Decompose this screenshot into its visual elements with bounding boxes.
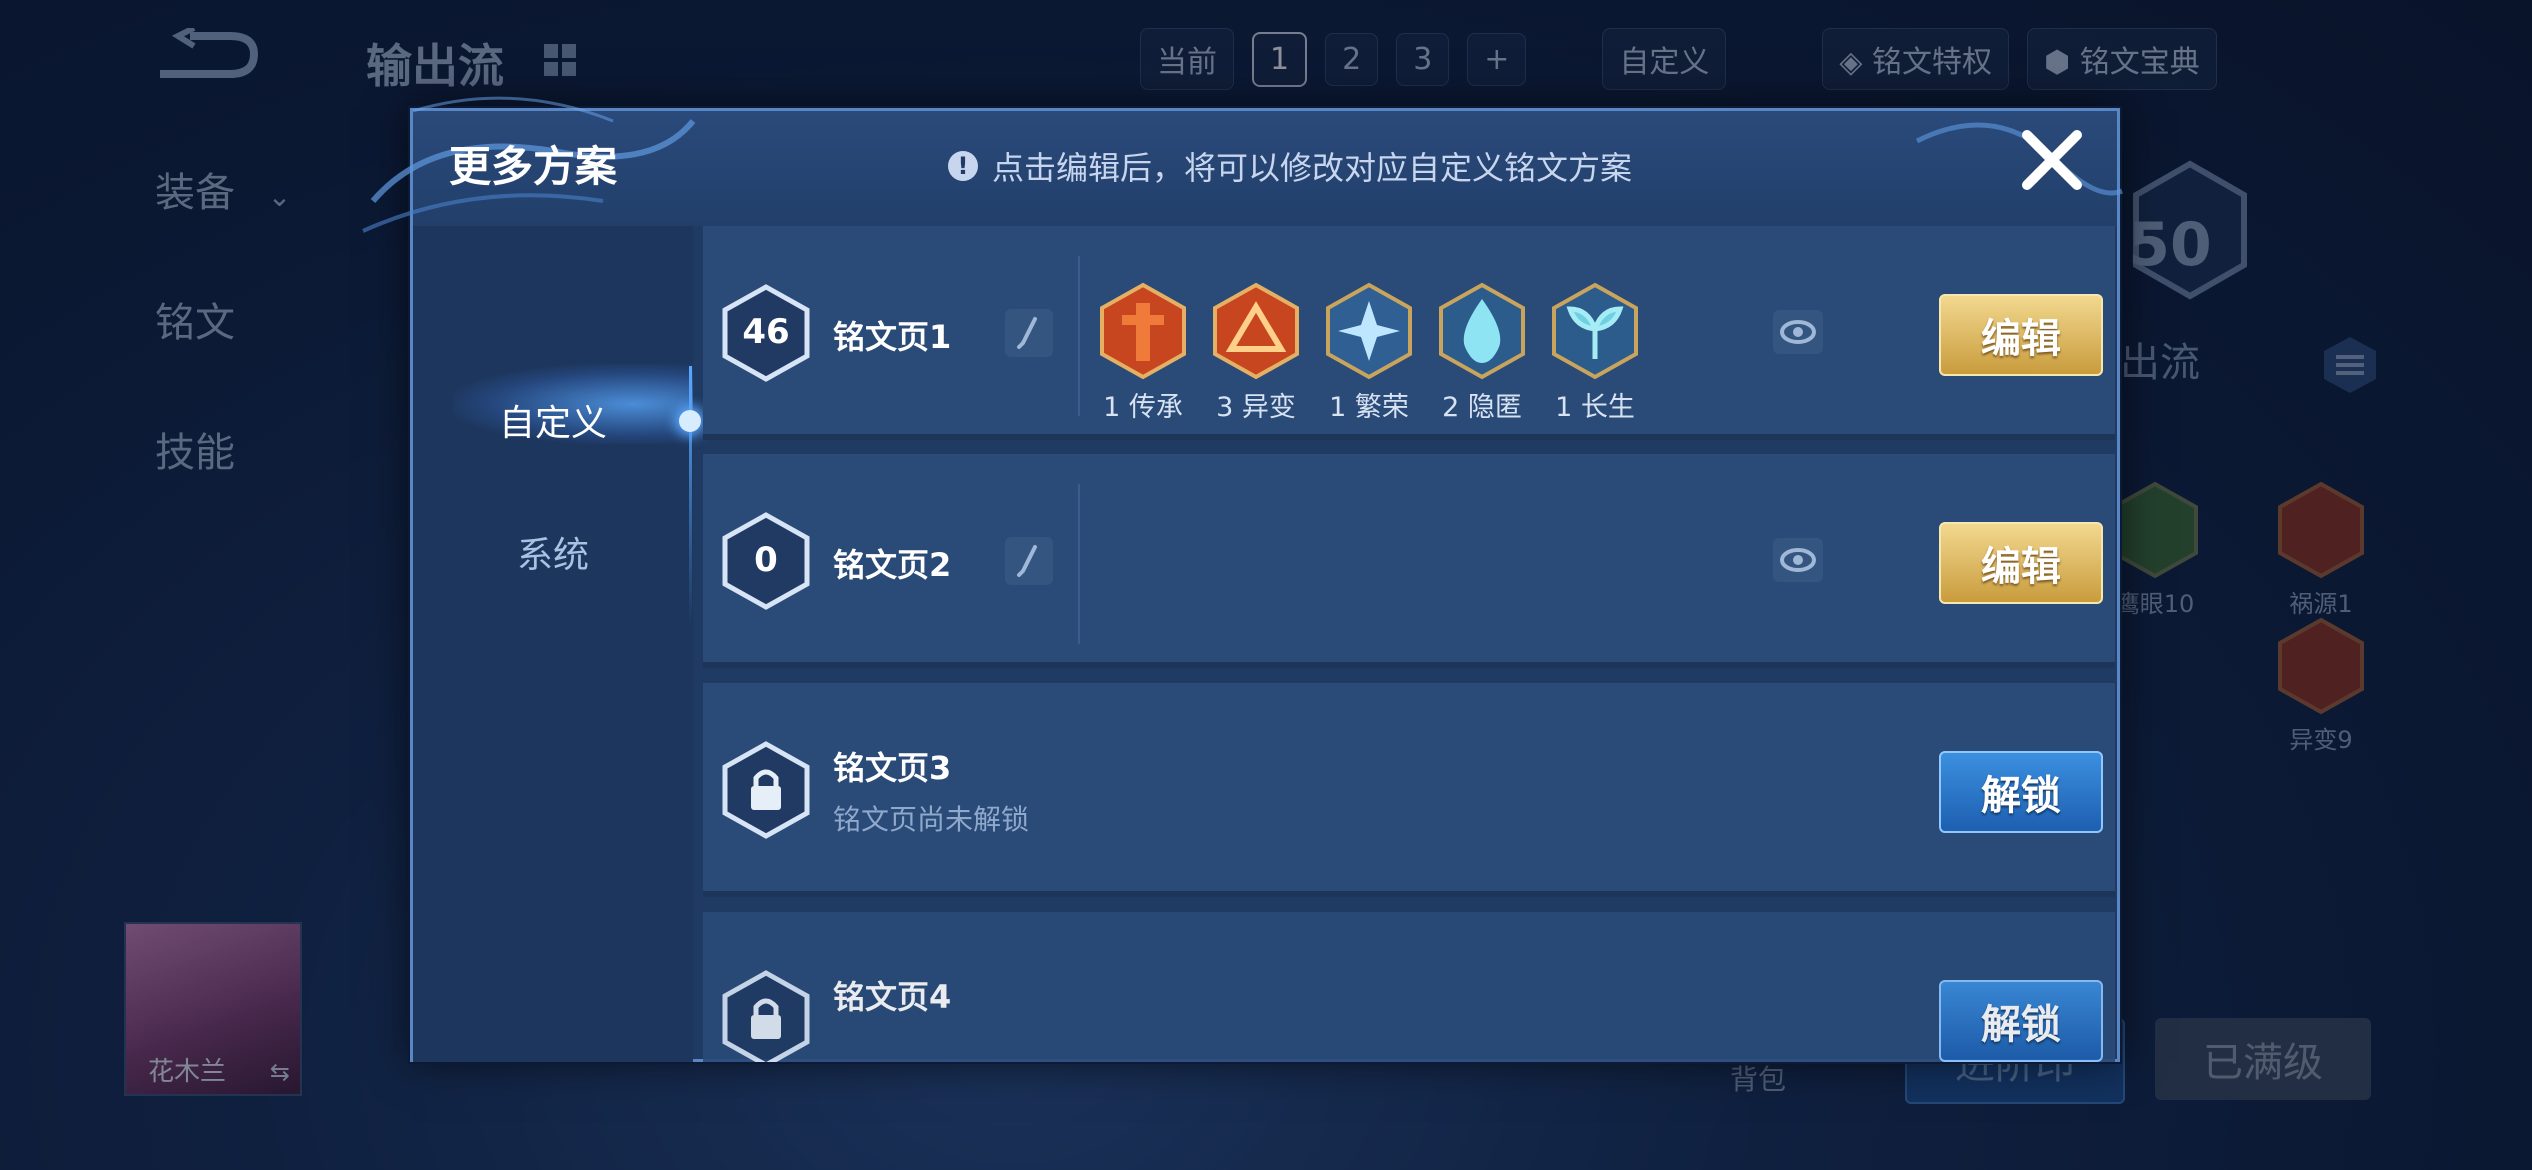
bg-rune-huoyuan-label: 祸源1 [2289, 590, 2353, 618]
privilege-icon: ◈ [1839, 45, 1873, 80]
rune-slot-2: 3 异变 [1211, 281, 1301, 424]
rune-label: 2 隐匿 [1437, 385, 1527, 424]
plan-row-3: 铭文页3 铭文页尚未解锁 解锁 [703, 683, 2115, 897]
privilege-button[interactable]: ◈ 铭文特权 [1822, 28, 2010, 90]
blue-star-rune-icon [1326, 282, 1412, 380]
row-divider [1078, 484, 1080, 644]
rune-name: 隐匿 [1467, 392, 1522, 423]
rune-count: 1 [1103, 392, 1121, 423]
rune-label: 1 繁荣 [1324, 385, 1414, 424]
plan-name: 铭文页4 [833, 978, 952, 1016]
maxed-button: 已满级 [2155, 1018, 2371, 1100]
background-tabbar: 当前 1 2 3 + 自定义 ◈ 铭文特权 ⬢ 铭文宝典 [1140, 28, 2217, 90]
bg-rune-yibian-label: 异变9 [2289, 726, 2353, 754]
nav-item-system[interactable]: 系统 [413, 526, 693, 578]
menu-icon[interactable] [2320, 335, 2380, 395]
back-arrow-icon[interactable] [150, 28, 260, 88]
add-page-button[interactable]: + [1467, 32, 1527, 86]
info-icon: ! [948, 151, 978, 181]
row-divider [1078, 256, 1080, 416]
page-tab-1[interactable]: 1 [1252, 31, 1308, 87]
page-tab-3[interactable]: 3 [1396, 32, 1450, 86]
current-label: 当前 [1140, 28, 1234, 90]
handbook-icon: ⬢ [2044, 45, 2080, 80]
swap-icon[interactable]: ⇆ [270, 1058, 290, 1086]
preview-button[interactable] [1773, 310, 1823, 354]
bg-rune-yibian: 异变9 [2276, 616, 2366, 755]
sidebar-inscription[interactable]: 铭文 [155, 290, 235, 348]
bg-rune-huoyuan: 祸源1 [2276, 480, 2366, 619]
chevron-down-icon: ⌄ [267, 180, 292, 213]
plan-name: 铭文页1 [833, 318, 952, 356]
bg-rune-hawkeye-label: 鹰眼10 [2115, 590, 2195, 618]
rune-slot-3: 1 繁荣 [1324, 281, 1414, 424]
hero-name: 花木兰 [148, 1057, 227, 1087]
rune-label: 3 异变 [1211, 385, 1301, 424]
rune-name: 长生 [1580, 392, 1635, 423]
plan-category-nav: 自定义 系统 [413, 226, 701, 1062]
background-title: 输出流 [366, 39, 504, 93]
handbook-button[interactable]: ⬢ 铭文宝典 [2027, 28, 2217, 90]
rune-count: 1 [1329, 392, 1347, 423]
cyan-leaf-rune-icon [1552, 282, 1638, 380]
nav-item-custom[interactable]: 自定义 [413, 394, 693, 446]
unlock-button[interactable]: 解锁 [1939, 980, 2103, 1062]
cyan-drop-rune-icon [1439, 282, 1525, 380]
brush-icon [1017, 545, 1037, 577]
unlock-button[interactable]: 解锁 [1939, 751, 2103, 833]
red-triangle-rune-icon [1213, 282, 1299, 380]
lock-hex-icon [722, 741, 810, 839]
rune-slot-4: 2 隐匿 [1437, 281, 1527, 424]
hero-avatar[interactable]: 花木兰 ⇆ [124, 922, 302, 1096]
bag-label[interactable]: 背包 [1730, 1058, 1786, 1098]
privilege-label: 铭文特权 [1872, 45, 1993, 80]
handbook-label: 铭文宝典 [2079, 45, 2200, 80]
plan-name: 铭文页2 [833, 546, 952, 584]
plan-locked-note: 铭文页尚未解锁 [833, 803, 1030, 836]
sidebar-equipment-label: 装备 [155, 170, 235, 216]
rune-slot-5: 1 长生 [1550, 281, 1640, 424]
lock-hex-icon [722, 970, 810, 1062]
eye-icon [1780, 320, 1816, 344]
rune-count: 1 [1555, 392, 1573, 423]
rune-label: 1 传承 [1098, 385, 1188, 424]
rename-button[interactable] [1005, 309, 1053, 357]
edit-button[interactable]: 编辑 [1939, 294, 2103, 376]
rune-name: 传承 [1128, 392, 1183, 423]
plan-row-1: 46 铭文页1 1 传承 3 异变 1 繁荣 2 隐匿 1 长生 编辑 [703, 226, 2115, 440]
rune-name: 繁荣 [1354, 392, 1409, 423]
rune-label: 1 长生 [1550, 385, 1640, 424]
edit-button[interactable]: 编辑 [1939, 522, 2103, 604]
plan-level: 0 [754, 540, 778, 580]
eye-icon [1780, 548, 1816, 572]
plan-row-4: 铭文页4 解锁 [703, 912, 2115, 1062]
rune-count: 3 [1216, 392, 1234, 423]
notice-text: 点击编辑后，将可以修改对应自定义铭文方案 [992, 149, 1633, 187]
modal-header: 更多方案 ! 点击编辑后，将可以修改对应自定义铭文方案 [362, 96, 2123, 233]
grid-icon[interactable] [540, 40, 580, 80]
close-icon[interactable] [2017, 125, 2087, 195]
more-plans-modal: 更多方案 ! 点击编辑后，将可以修改对应自定义铭文方案 自定义 系统 46 铭文… [362, 96, 2123, 1062]
level-badge: 50 [2128, 210, 2212, 280]
rune-slot-1: 1 传承 [1098, 281, 1188, 424]
sidebar-equipment[interactable]: 装备 ⌄ [155, 160, 291, 218]
plan-row-2: 0 铭文页2 编辑 [703, 454, 2115, 668]
custom-tab[interactable]: 自定义 [1602, 28, 1727, 90]
page-tab-2[interactable]: 2 [1325, 32, 1379, 86]
sidebar-skill[interactable]: 技能 [155, 420, 235, 478]
preview-button[interactable] [1773, 538, 1823, 582]
rename-button[interactable] [1005, 537, 1053, 585]
plan-list: 46 铭文页1 1 传承 3 异变 1 繁荣 2 隐匿 1 长生 编辑 0 铭文… [703, 226, 2115, 1062]
plan-name: 铭文页3 [833, 749, 952, 787]
brush-icon [1017, 317, 1037, 349]
modal-title: 更多方案 [449, 142, 618, 191]
plan-level: 46 [742, 312, 790, 352]
rune-count: 2 [1442, 392, 1460, 423]
red-sword-rune-icon [1100, 282, 1186, 380]
rune-name: 异变 [1241, 392, 1296, 423]
bg-rune-hawkeye: 鹰眼10 [2110, 480, 2200, 619]
edit-notice: ! 点击编辑后，将可以修改对应自定义铭文方案 [948, 143, 1632, 189]
